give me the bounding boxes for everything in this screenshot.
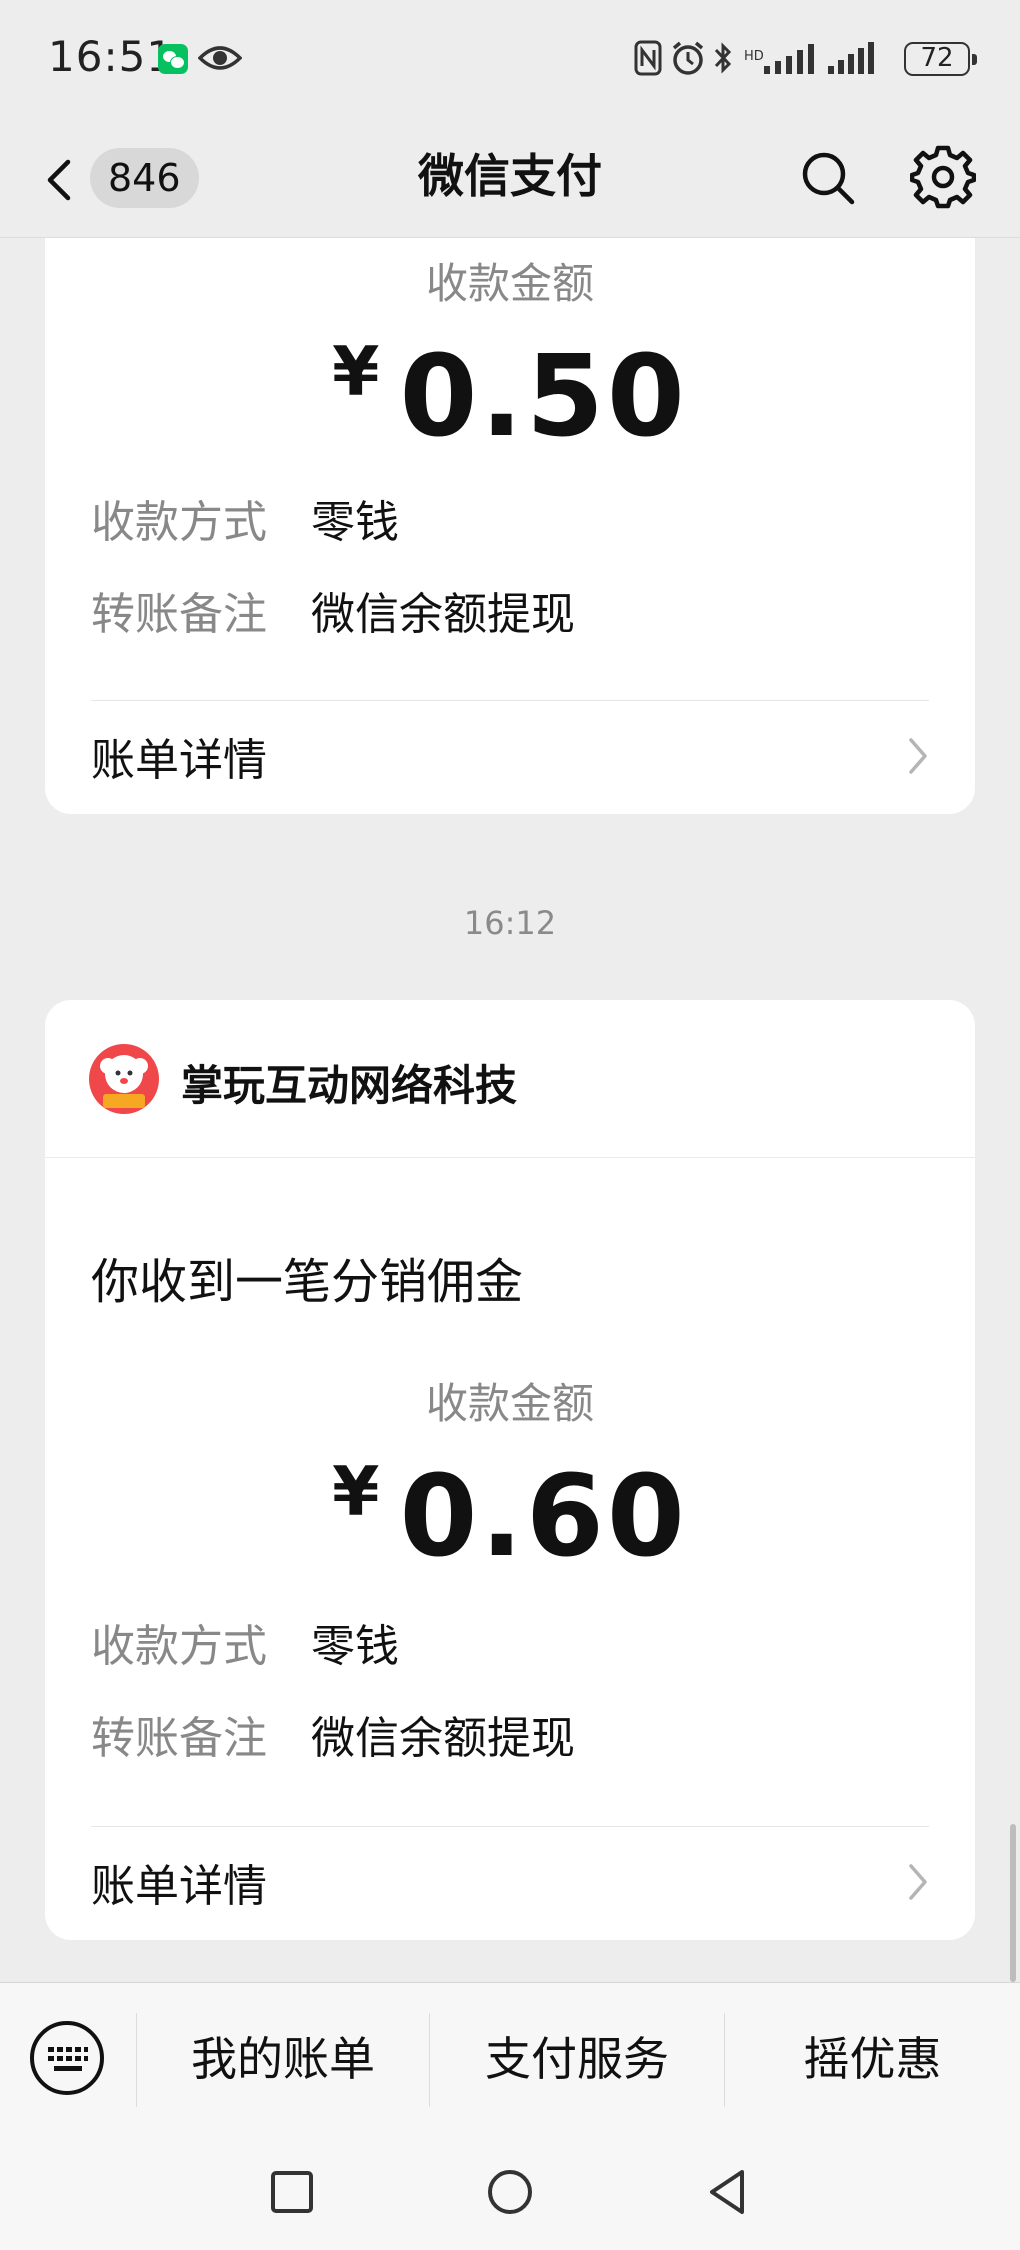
keyboard-icon[interactable] xyxy=(28,2019,106,2097)
amount-value: 0.60 xyxy=(399,1452,688,1582)
nfc-icon xyxy=(634,40,662,76)
back-nav-icon[interactable] xyxy=(698,2162,758,2222)
merchant-header[interactable]: 掌玩互动网络科技 xyxy=(45,1000,975,1158)
bill-detail-label: 账单详情 xyxy=(91,1861,267,1912)
nav-bar: 846 微信支付 xyxy=(0,118,1020,238)
amount-label: 收款金额 xyxy=(425,259,594,308)
payment-message-card[interactable]: 收款金额 ¥0.50 收款方式 零钱 转账备注 微信余额提现 账单详情 xyxy=(45,238,975,814)
transfer-note-value: 微信余额提现 xyxy=(311,1713,575,1764)
menu-item-my-bills[interactable]: 我的账单 xyxy=(137,1983,429,2135)
transfer-note-label: 转账备注 xyxy=(91,1713,267,1764)
bill-detail-label: 账单详情 xyxy=(91,735,267,786)
menu-item-payment-services[interactable]: 支付服务 xyxy=(430,1983,724,2135)
merchant-name: 掌玩互动网络科技 xyxy=(181,1061,518,1110)
amount-row: ¥0.50 xyxy=(45,332,975,462)
merchant-logo xyxy=(89,1044,159,1114)
search-icon[interactable] xyxy=(798,148,858,208)
payment-method-value: 零钱 xyxy=(311,497,399,548)
payment-method-label: 收款方式 xyxy=(91,497,267,548)
wechat-notification-icon xyxy=(158,44,188,74)
payment-message-card[interactable]: 掌玩互动网络科技 你收到一笔分销佣金 收款金额 ¥0.60 收款方式 零钱 转账… xyxy=(45,1000,975,1940)
page-title: 微信支付 xyxy=(418,149,602,203)
amount-value: 0.50 xyxy=(399,332,688,462)
eye-icon xyxy=(198,46,242,70)
merchant-logo-mascot-icon xyxy=(100,1055,148,1108)
bill-detail-link[interactable]: 账单详情 xyxy=(45,1826,975,1938)
recent-apps-icon[interactable] xyxy=(262,2162,322,2222)
menu-item-shake-deals[interactable]: 摇优惠 xyxy=(725,1983,1020,2135)
amount-label: 收款金额 xyxy=(425,1379,594,1428)
bottom-menu: 我的账单 支付服务 摇优惠 xyxy=(0,1982,1020,2134)
amount-row: ¥0.60 xyxy=(45,1452,975,1582)
system-navigation-bar xyxy=(0,2134,1020,2250)
signal-icon: HD xyxy=(744,44,814,74)
home-icon[interactable] xyxy=(480,2162,540,2222)
bluetooth-icon xyxy=(714,42,732,74)
svg-text:HD: HD xyxy=(744,49,764,64)
transfer-note-value: 微信余额提现 xyxy=(311,589,575,640)
alarm-icon xyxy=(672,41,704,75)
payment-method-value: 零钱 xyxy=(311,1621,399,1672)
currency-symbol: ¥ xyxy=(332,1453,380,1532)
status-time: 16:51 xyxy=(48,32,175,81)
chevron-right-icon xyxy=(909,738,927,774)
scrollbar[interactable] xyxy=(1010,1824,1016,1982)
bill-detail-link[interactable]: 账单详情 xyxy=(45,700,975,812)
battery-icon: 72 xyxy=(904,42,977,76)
settings-gear-icon[interactable] xyxy=(910,144,976,210)
notice-title: 你收到一笔分销佣金 xyxy=(91,1254,524,1310)
transfer-note-label: 转账备注 xyxy=(91,589,267,640)
chevron-right-icon xyxy=(909,1864,927,1900)
message-timestamp: 16:12 xyxy=(463,904,557,942)
signal-icon xyxy=(828,42,874,74)
payment-method-label: 收款方式 xyxy=(91,1621,267,1672)
status-bar: 16:51 HD 72 xyxy=(0,0,1020,118)
currency-symbol: ¥ xyxy=(332,333,380,412)
